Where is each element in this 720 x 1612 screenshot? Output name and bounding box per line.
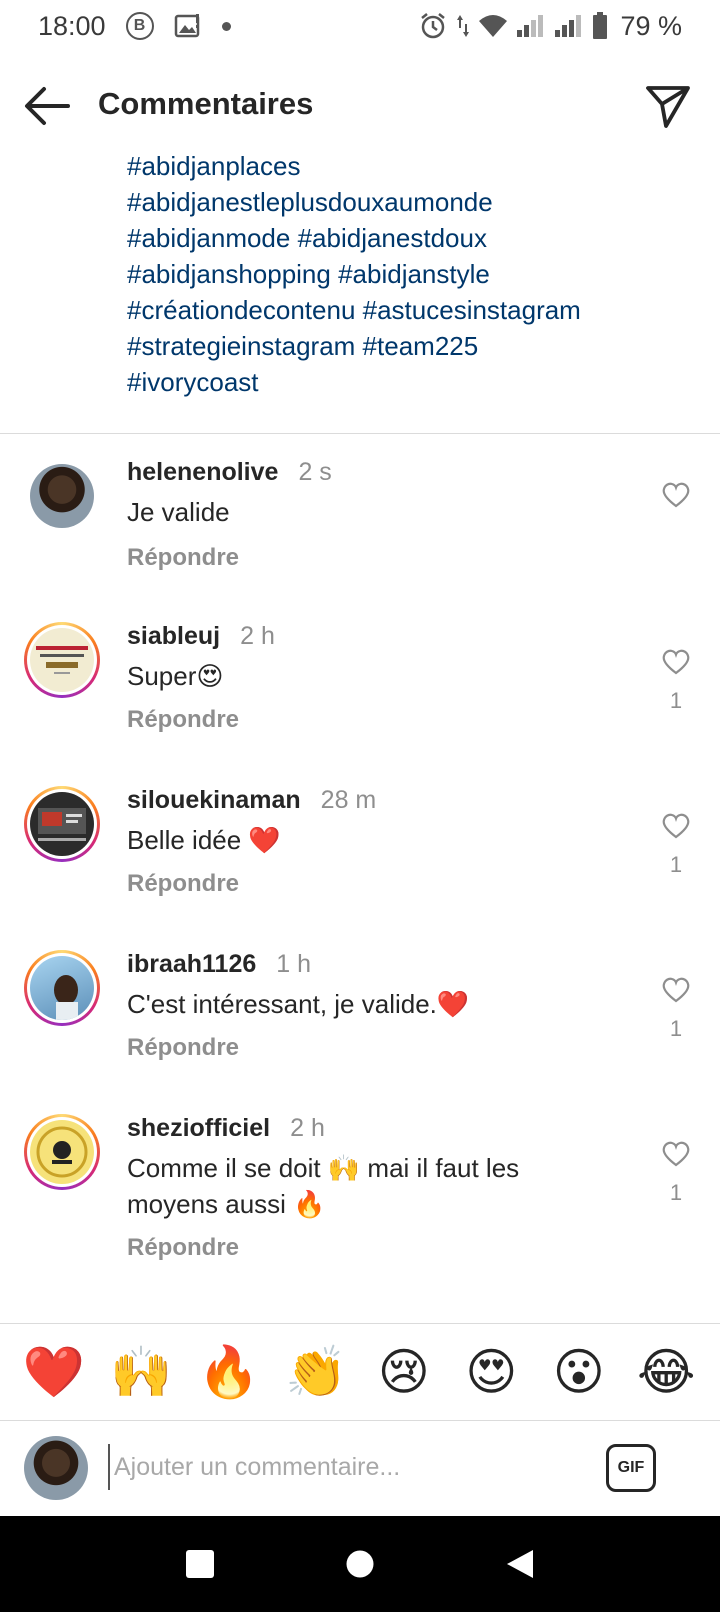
- hashtag-line[interactable]: #créationdecontenu #astucesinstagram: [127, 292, 687, 328]
- reply-button[interactable]: Répondre: [127, 870, 239, 898]
- arrow-left-icon: [25, 87, 70, 125]
- gif-button[interactable]: GIF: [606, 1444, 656, 1492]
- avatar[interactable]: [24, 950, 100, 1026]
- like-count: 1: [669, 688, 683, 713]
- signal-1-icon: [516, 13, 546, 39]
- comment-input[interactable]: [108, 1444, 578, 1490]
- back-nav-button[interactable]: [490, 1534, 550, 1594]
- share-button[interactable]: [644, 82, 692, 130]
- comment-username[interactable]: silouekinaman: [127, 786, 301, 814]
- like-button[interactable]: [662, 1141, 690, 1167]
- comment-username[interactable]: helenenolive: [127, 458, 278, 486]
- heart-outline-icon: [662, 977, 690, 1003]
- square-icon: [186, 1550, 214, 1578]
- comment-username[interactable]: sheziofficiel: [127, 1114, 270, 1142]
- comment-time: 2 h: [240, 622, 275, 650]
- emoji-raised-hands-button[interactable]: 🙌: [106, 1337, 176, 1407]
- comment-text: Comme il se doit 🙌 mai il faut les moyen…: [127, 1153, 520, 1219]
- emoji-clap-button[interactable]: 👏: [281, 1337, 351, 1407]
- header: Commentaires: [0, 60, 720, 154]
- emoji-heart-button[interactable]: ❤️: [19, 1337, 89, 1407]
- reply-button[interactable]: Répondre: [127, 706, 239, 734]
- emoji-laughing-button[interactable]: 😂: [631, 1337, 701, 1407]
- comment-text: C'est intéressant, je valide.❤️: [127, 989, 470, 1019]
- like-button[interactable]: [662, 482, 690, 508]
- data-arrows-icon: [456, 13, 470, 39]
- like-button[interactable]: [662, 977, 690, 1003]
- like-button[interactable]: [662, 649, 690, 675]
- system-nav-bar: [0, 1516, 720, 1612]
- page-title: Commentaires: [98, 86, 314, 121]
- comment-composer: GIF: [0, 1422, 720, 1516]
- emoji-crying-button[interactable]: 😢: [369, 1337, 439, 1407]
- comment-text: Super😍: [127, 661, 224, 691]
- battery-icon: [592, 12, 608, 40]
- divider: [0, 433, 720, 434]
- avatar[interactable]: [24, 458, 100, 534]
- b-notification-icon: B: [125, 12, 154, 40]
- signal-2-icon: [554, 13, 584, 39]
- home-button[interactable]: [330, 1534, 390, 1594]
- comment-time: 2 s: [298, 458, 332, 486]
- comment-username[interactable]: siableuj: [127, 622, 220, 650]
- alarm-icon: [418, 11, 448, 41]
- recents-button[interactable]: [170, 1534, 230, 1594]
- like-count: 1: [669, 1016, 683, 1041]
- like-button[interactable]: [662, 813, 690, 839]
- emoji-reaction-bar: ❤️ 🙌 🔥 👏 😢 😍 😮 😂: [0, 1323, 720, 1421]
- post-caption: #abidjanplaces #abidjanestleplusdouxaumo…: [127, 148, 687, 400]
- current-user-avatar: [24, 1436, 88, 1500]
- reply-button[interactable]: Répondre: [127, 544, 239, 572]
- like-count: 1: [669, 852, 683, 877]
- heart-outline-icon: [662, 482, 690, 508]
- hashtag-line[interactable]: #strategieinstagram #team225: [127, 328, 687, 364]
- more-notifications-dot-icon: [221, 21, 231, 31]
- hashtag-line[interactable]: #abidjanshopping #abidjanstyle: [127, 256, 687, 292]
- send-icon: [646, 86, 690, 128]
- emoji-heart-eyes-button[interactable]: 😍: [456, 1337, 526, 1407]
- avatar[interactable]: [24, 786, 100, 862]
- avatar[interactable]: [24, 622, 100, 698]
- status-bar: 18:00 B 79 %: [0, 0, 720, 52]
- gallery-notification-icon: [174, 13, 202, 39]
- emoji-fire-button[interactable]: 🔥: [194, 1337, 264, 1407]
- heart-outline-icon: [662, 813, 690, 839]
- comment-time: 28 m: [320, 786, 377, 814]
- emoji-surprised-button[interactable]: 😮: [544, 1337, 614, 1407]
- hashtag-line[interactable]: #abidjanestleplusdouxaumonde: [127, 184, 687, 220]
- comment-username[interactable]: ibraah1126: [127, 950, 256, 978]
- comment-text: Belle idée ❤️: [127, 825, 281, 855]
- status-time: 18:00: [38, 10, 106, 41]
- wifi-icon: [478, 13, 508, 39]
- reply-button[interactable]: Répondre: [127, 1034, 239, 1062]
- battery-level: 79 %: [620, 10, 682, 41]
- hashtag-line[interactable]: #abidjanmode #abidjanestdoux: [127, 220, 687, 256]
- triangle-back-icon: [507, 1550, 533, 1578]
- hashtag-line[interactable]: #abidjanplaces: [127, 148, 687, 184]
- heart-outline-icon: [662, 649, 690, 675]
- circle-icon: [346, 1550, 374, 1578]
- heart-outline-icon: [662, 1141, 690, 1167]
- like-count: 1: [669, 1180, 683, 1205]
- avatar[interactable]: [24, 1114, 100, 1190]
- comment-text: Je valide: [127, 497, 230, 527]
- comment-time: 1 h: [276, 950, 312, 978]
- comment-time: 2 h: [290, 1114, 325, 1142]
- hashtag-line[interactable]: #ivorycoast: [127, 364, 687, 400]
- reply-button[interactable]: Répondre: [127, 1234, 239, 1262]
- back-button[interactable]: [24, 86, 70, 126]
